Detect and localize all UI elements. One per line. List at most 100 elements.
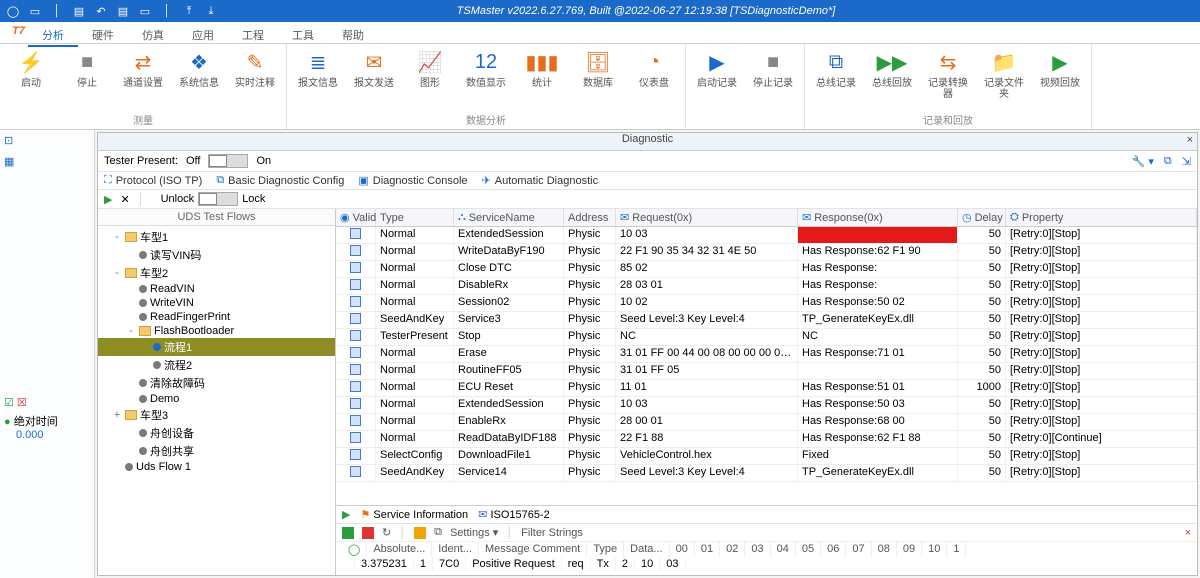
ribbon-btn-0-1[interactable]: ■停止 (66, 48, 108, 89)
lock-toggle[interactable] (198, 192, 238, 206)
ribbon-btn-1-4[interactable]: ▮▮▮统计 (521, 48, 563, 89)
tree-node-11[interactable]: +车型3 (98, 406, 335, 424)
qat-save-icon[interactable]: ▭ (28, 4, 42, 18)
col-svc[interactable]: ServiceName (469, 212, 535, 224)
row-checkbox[interactable] (350, 296, 361, 307)
qat-doc-icon[interactable]: ▤ (72, 4, 86, 18)
run-stop-icon[interactable]: ✕ (120, 193, 129, 206)
qat-up-icon[interactable]: ⤒ (182, 4, 196, 18)
grid-row-1[interactable]: NormalWriteDataByF190Physic22 F1 90 35 3… (336, 244, 1197, 261)
dock-pin-icon[interactable]: ⊡ (0, 130, 94, 151)
col-prop[interactable]: Property (1022, 212, 1064, 224)
grid-row-0[interactable]: NormalExtendedSessionPhysic10 0350[Retry… (336, 227, 1197, 244)
tree-node-8[interactable]: 流程2 (98, 356, 335, 374)
menu-tab-3[interactable]: 应用 (178, 27, 228, 45)
tree-node-6[interactable]: -FlashBootloader (98, 324, 335, 338)
grid-row-4[interactable]: NormalSession02Physic10 02Has Response:5… (336, 295, 1197, 312)
tree-node-1[interactable]: 读写VIN码 (98, 246, 335, 264)
ribbon-btn-3-4[interactable]: ▶视频回放 (1039, 48, 1081, 89)
row-checkbox[interactable] (350, 279, 361, 290)
svc-orange-icon[interactable] (414, 527, 426, 539)
grid-row-14[interactable]: SeedAndKeyService14PhysicSeed Level:3 Ke… (336, 465, 1197, 482)
col-resp[interactable]: Response(0x) (814, 212, 882, 224)
row-checkbox[interactable] (350, 313, 361, 324)
valid-header-icon[interactable]: ◉ (340, 211, 350, 224)
row-checkbox[interactable] (350, 228, 361, 239)
grid-row-5[interactable]: SeedAndKeyService3PhysicSeed Level:3 Key… (336, 312, 1197, 329)
ribbon-btn-1-2[interactable]: 📈图形 (409, 48, 451, 89)
row-checkbox[interactable] (350, 245, 361, 256)
diag-subtab-2[interactable]: ▣Diagnostic Console (358, 174, 467, 187)
row-checkbox[interactable] (350, 466, 361, 477)
tree-node-0[interactable]: -车型1 (98, 228, 335, 246)
ribbon-btn-1-5[interactable]: 🗄数据库 (577, 48, 619, 89)
qat-down-icon[interactable]: ⤓ (204, 4, 218, 18)
copy-icon[interactable]: ⧉ (1164, 155, 1172, 168)
menu-tab-2[interactable]: 仿真 (128, 27, 178, 45)
menu-tab-4[interactable]: 工程 (228, 27, 278, 45)
col-addr[interactable]: Address (568, 212, 608, 224)
diag-subtab-0[interactable]: ⛶Protocol (ISO TP) (104, 174, 202, 187)
grid-row-9[interactable]: NormalECU ResetPhysic11 01Has Response:5… (336, 380, 1197, 397)
grid-row-11[interactable]: NormalEnableRxPhysic28 00 01Has Response… (336, 414, 1197, 431)
qat-circle-icon[interactable]: ◯ (6, 4, 20, 18)
ribbon-btn-0-4[interactable]: ✎实时注释 (234, 48, 276, 89)
row-checkbox[interactable] (350, 364, 361, 375)
svc-tab-iso[interactable]: ✉ ISO15765-2 (478, 508, 550, 521)
tree-node-10[interactable]: Demo (98, 392, 335, 406)
grid-row-13[interactable]: SelectConfigDownloadFile1PhysicVehicleCo… (336, 448, 1197, 465)
dock-panel-icon[interactable]: ▦ (0, 151, 94, 172)
svc-copy-icon[interactable]: ⧉ (434, 526, 442, 539)
ribbon-btn-1-3[interactable]: 12数值显示 (465, 48, 507, 89)
ribbon-btn-1-6[interactable]: ◔仪表盘 (633, 48, 675, 89)
svc-settings[interactable]: Settings ▾ (450, 526, 498, 539)
row-checkbox[interactable] (350, 347, 361, 358)
tree-node-12[interactable]: 舟创设备 (98, 424, 335, 442)
tree-node-7[interactable]: 流程1 (98, 338, 335, 356)
export-icon[interactable]: ⇲ (1182, 155, 1191, 168)
grid-row-12[interactable]: NormalReadDataByIDF188Physic22 F1 88Has … (336, 431, 1197, 448)
col-valid[interactable]: Valid (353, 212, 377, 224)
menu-tab-6[interactable]: 帮助 (328, 27, 378, 45)
ribbon-btn-3-0[interactable]: ⧉总线记录 (815, 48, 857, 89)
grid-row-2[interactable]: NormalClose DTCPhysic85 02Has Response:5… (336, 261, 1197, 278)
svc-cycle-icon[interactable]: ↻ (382, 526, 391, 539)
ribbon-btn-3-3[interactable]: 📁记录文件夹 (983, 48, 1025, 100)
chk-red-icon[interactable]: ☒ (17, 396, 27, 409)
grid-row-6[interactable]: TesterPresentStopPhysicNCNC50[Retry:0][S… (336, 329, 1197, 346)
ribbon-btn-2-0[interactable]: ▶启动记录 (696, 48, 738, 89)
grid-row-3[interactable]: NormalDisableRxPhysic28 03 01Has Respons… (336, 278, 1197, 295)
close-icon[interactable]: × (1187, 134, 1193, 146)
svc-red-icon[interactable] (362, 527, 374, 539)
tree-node-14[interactable]: Uds Flow 1 (98, 460, 335, 474)
svc-tab-info[interactable]: ⚑ Service Information (360, 508, 468, 521)
run-play-icon[interactable]: ▶ (104, 193, 112, 206)
row-checkbox[interactable] (350, 398, 361, 409)
row-checkbox[interactable] (350, 449, 361, 460)
tester-present-toggle[interactable] (208, 154, 248, 168)
row-checkbox[interactable] (350, 415, 361, 426)
grid-row-7[interactable]: NormalErasePhysic31 01 FF 00 44 00 08 00… (336, 346, 1197, 363)
tree-node-9[interactable]: 清除故障码 (98, 374, 335, 392)
qat-card-icon[interactable]: ▭ (138, 4, 152, 18)
col-req[interactable]: Request(0x) (632, 212, 692, 224)
wrench-icon[interactable]: 🔧 ▾ (1132, 155, 1154, 168)
row-checkbox[interactable] (350, 432, 361, 443)
qat-doc2-icon[interactable]: ▤ (116, 4, 130, 18)
row-checkbox[interactable] (350, 381, 361, 392)
svc-clear-icon[interactable]: × (1185, 527, 1191, 539)
menu-tab-5[interactable]: 工具 (278, 27, 328, 45)
menu-tab-1[interactable]: 硬件 (78, 27, 128, 45)
tree-node-13[interactable]: 舟创共享 (98, 442, 335, 460)
col-delay[interactable]: Delay (975, 212, 1003, 224)
svc-green-icon[interactable] (342, 527, 354, 539)
svc-play-icon[interactable]: ▶ (342, 508, 350, 521)
grid-row-8[interactable]: NormalRoutineFF05Physic31 01 FF 0550[Ret… (336, 363, 1197, 380)
diag-subtab-3[interactable]: ✈Automatic Diagnostic (482, 174, 599, 187)
ribbon-btn-0-3[interactable]: ❖系统信息 (178, 48, 220, 89)
svc-data-row[interactable]: 3.37523117C0Positive RequestreqTx21003 (336, 557, 1197, 575)
ribbon-btn-1-0[interactable]: ≣报文信息 (297, 48, 339, 89)
ribbon-btn-0-0[interactable]: ⚡启动 (10, 48, 52, 89)
ribbon-btn-3-2[interactable]: ⇆记录转换器 (927, 48, 969, 100)
tree-node-3[interactable]: ReadVIN (98, 282, 335, 296)
